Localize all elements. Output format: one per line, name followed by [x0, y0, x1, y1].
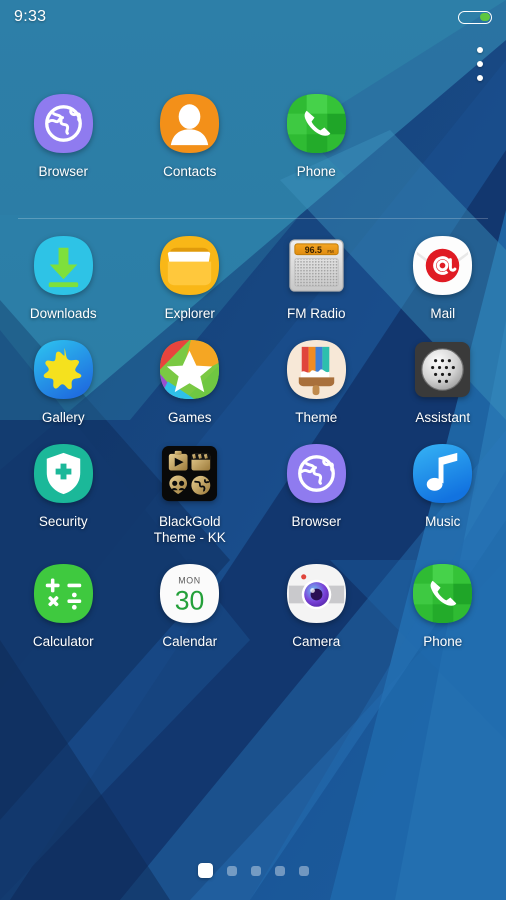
camera-lens-icon	[285, 562, 348, 625]
page-dot-4[interactable]	[274, 865, 285, 876]
app-music[interactable]: Music	[380, 442, 506, 546]
app-security[interactable]: Security	[0, 442, 127, 546]
app-fm-radio[interactable]: 96.5 FM FM Radio	[253, 234, 380, 322]
app-calculator[interactable]: Calculator	[0, 562, 127, 650]
app-browser-2[interactable]: Browser	[253, 442, 380, 546]
app-phone[interactable]: Phone	[253, 92, 380, 180]
app-row: Browser Contacts Phone	[0, 92, 506, 180]
phone-handset-icon	[411, 562, 474, 625]
app-row: Security BlackGold Theme - KK Browser Mu…	[0, 442, 506, 546]
page-dot-5[interactable]	[298, 865, 309, 876]
games-star-icon	[158, 338, 221, 401]
page-dot-1[interactable]	[197, 863, 213, 878]
app-blackgold-theme[interactable]: BlackGold Theme - KK	[127, 442, 254, 546]
page-indicator	[0, 863, 506, 878]
theme-paintbrush-icon	[285, 338, 348, 401]
app-grid: Browser Contacts Phone Downloads Explore…	[0, 92, 506, 666]
fm-frequency-text: 96.5	[304, 245, 321, 255]
gallery-leaf-icon	[32, 338, 95, 401]
battery-fill	[480, 12, 490, 22]
status-bar-indicators	[458, 10, 492, 24]
app-label: BlackGold Theme - KK	[153, 514, 226, 545]
browser-globe-icon	[32, 92, 95, 155]
app-label: Security	[38, 514, 88, 529]
menu-dot-2	[477, 61, 483, 67]
app-label: Games	[167, 410, 212, 425]
app-contacts[interactable]: Contacts	[127, 92, 254, 180]
app-games[interactable]: Games	[127, 338, 254, 426]
contacts-person-icon	[158, 92, 221, 155]
app-browser[interactable]: Browser	[0, 92, 127, 180]
fm-radio-icon: 96.5 FM	[285, 234, 348, 297]
app-label: Phone	[423, 634, 463, 649]
calendar-day-text: 30	[175, 585, 205, 615]
app-gallery[interactable]: Gallery	[0, 338, 127, 426]
app-label: Calculator	[32, 634, 94, 649]
phone-handset-icon	[285, 92, 348, 155]
app-row: Calculator MON 30 Calendar Camera Phone	[0, 562, 506, 650]
file-folder-icon	[158, 234, 221, 297]
app-label: Calendar	[162, 634, 218, 649]
app-mail[interactable]: Mail	[380, 234, 506, 322]
app-explorer[interactable]: Explorer	[127, 234, 254, 322]
status-bar-clock: 9:33	[14, 8, 47, 25]
home-screen: 9:33 Browser Contacts Phone Downloads Ex…	[0, 0, 506, 900]
menu-dot-3	[477, 75, 483, 81]
security-shield-icon	[32, 442, 95, 505]
calculator-icon	[32, 562, 95, 625]
app-downloads[interactable]: Downloads	[0, 234, 127, 322]
app-theme[interactable]: Theme	[253, 338, 380, 426]
app-phone-2[interactable]: Phone	[380, 562, 506, 650]
fm-unit-text: FM	[327, 249, 334, 254]
app-label: Theme	[295, 410, 338, 425]
browser-globe-icon	[285, 442, 348, 505]
app-label: Explorer	[164, 306, 215, 321]
app-label: Downloads	[29, 306, 97, 321]
app-label: Music	[425, 514, 461, 529]
more-vertical-icon[interactable]	[467, 44, 493, 84]
calendar-weekday-text: MON	[179, 576, 201, 586]
blackgold-theme-icon	[158, 442, 221, 505]
app-label: Camera	[292, 634, 341, 649]
status-bar: 9:33	[0, 0, 506, 34]
music-note-icon	[411, 442, 474, 505]
battery-icon	[458, 10, 492, 24]
mail-at-icon	[411, 234, 474, 297]
app-label: Phone	[296, 164, 336, 179]
menu-dot-1	[477, 47, 483, 53]
app-label: Browser	[291, 514, 341, 529]
app-label: Browser	[38, 164, 88, 179]
app-calendar[interactable]: MON 30 Calendar	[127, 562, 254, 650]
app-label: Assistant	[415, 410, 471, 425]
app-label: Gallery	[41, 410, 85, 425]
app-label: Mail	[430, 306, 456, 321]
app-camera[interactable]: Camera	[253, 562, 380, 650]
app-assistant[interactable]: Assistant	[380, 338, 506, 426]
calendar-icon: MON 30	[158, 562, 221, 625]
app-label: Contacts	[163, 164, 217, 179]
download-arrow-icon	[32, 234, 95, 297]
page-dot-2[interactable]	[226, 865, 237, 876]
page-dot-3[interactable]	[250, 865, 261, 876]
app-row: Downloads Explorer 96.5 FM FM Radio Mail	[0, 234, 506, 322]
assistant-speaker-icon	[411, 338, 474, 401]
app-row: Gallery Games Theme Assistant	[0, 338, 506, 426]
app-label: FM Radio	[286, 306, 346, 321]
